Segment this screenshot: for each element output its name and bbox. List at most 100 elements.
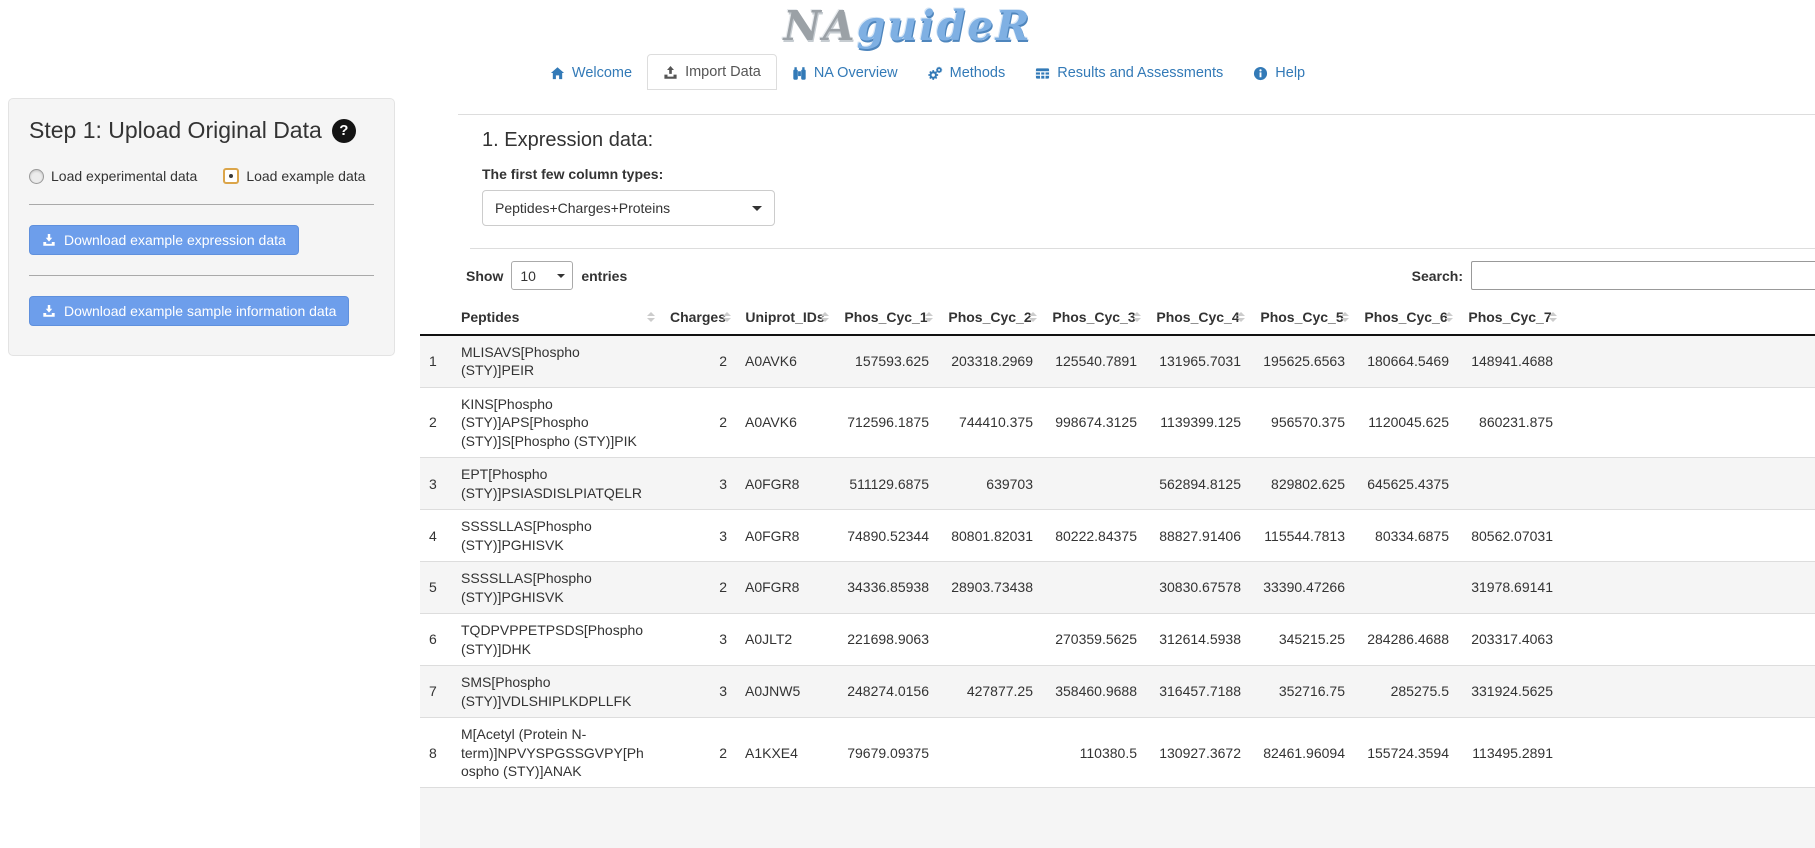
- column-header-peptides[interactable]: Peptides: [452, 300, 660, 335]
- page-length-select[interactable]: 10: [511, 261, 573, 290]
- tab-label: Import Data: [685, 64, 761, 80]
- column-header-label: Phos_Cyc_5: [1260, 309, 1343, 325]
- tab-label: Help: [1275, 65, 1305, 81]
- cell-phos-cyc-5: 115544.7813: [1250, 510, 1354, 562]
- cell-phos-cyc-1: 34336.85938: [834, 562, 938, 614]
- sort-arrows-icon: [647, 308, 656, 326]
- cell-peptide: EPT[Phospho (STY)]PSIASDISLPIATQELR: [452, 458, 660, 510]
- tab-label: Results and Assessments: [1057, 65, 1223, 81]
- app-logo: NAguideR: [0, 0, 1815, 50]
- sidebar-divider: [29, 275, 374, 276]
- tab-help[interactable]: Help: [1238, 56, 1320, 90]
- sort-arrows-icon: [723, 308, 732, 326]
- table-row: 6TQDPVPPETPSDS[Phospho (STY)]DHK3A0JLT22…: [420, 614, 1815, 666]
- show-label: Show: [466, 268, 503, 284]
- cell-phos-cyc-1: 79679.09375: [834, 718, 938, 788]
- tab-label: NA Overview: [814, 65, 898, 81]
- tab-import-data[interactable]: Import Data: [647, 54, 777, 90]
- cell-phos-cyc-3: 270359.5625: [1042, 614, 1146, 666]
- tab-welcome[interactable]: Welcome: [535, 56, 647, 90]
- tab-label: Welcome: [572, 65, 632, 81]
- naguider-app: NAguideR Welcome Import Data NA Overview Me…: [0, 0, 1815, 826]
- column-header-spacer: [1562, 300, 1815, 335]
- column-header-phos-cyc-6[interactable]: Phos_Cyc_6: [1354, 300, 1458, 335]
- column-header-label: Peptides: [461, 309, 519, 325]
- cell-phos-cyc-2: 427877.25: [938, 666, 1042, 718]
- table-header-row: PeptidesChargesUniprot_IDsPhos_Cyc_1Phos…: [420, 300, 1815, 335]
- radio-load-experimental-data[interactable]: Load experimental data: [29, 168, 197, 184]
- cell-phos-cyc-6: 80334.6875: [1354, 510, 1458, 562]
- gears-icon: [928, 66, 943, 81]
- download-example-expression-button[interactable]: Download example expression data: [29, 225, 299, 255]
- column-header-phos-cyc-1[interactable]: Phos_Cyc_1: [834, 300, 938, 335]
- cell-phos-cyc-6: 1120045.625: [1354, 387, 1458, 457]
- cell-phos-cyc-6: 180664.5469: [1354, 335, 1458, 387]
- radio-checked-icon[interactable]: [223, 168, 239, 184]
- chevron-down-icon: [752, 206, 762, 216]
- cell-spacer: [1562, 458, 1815, 510]
- cell-phos-cyc-3: 998674.3125: [1042, 387, 1146, 457]
- cell-charge: 3: [660, 510, 736, 562]
- sort-arrows-icon: [925, 308, 934, 326]
- cell-uniprot-id: A0AVK6: [736, 387, 834, 457]
- cell-phos-cyc-4: 30830.67578: [1146, 562, 1250, 614]
- cell-phos-cyc-3: 80222.84375: [1042, 510, 1146, 562]
- binoculars-icon: [792, 66, 807, 81]
- radio-unchecked-icon[interactable]: [29, 169, 44, 184]
- cell-peptide: M[Acetyl (Protein N-term)]NPVYSPGSSGVPY[…: [452, 718, 660, 788]
- cell-row-number: 8: [420, 718, 452, 788]
- tab-label: Methods: [950, 65, 1006, 81]
- tab-methods[interactable]: Methods: [913, 56, 1021, 90]
- download-example-sample-info-button[interactable]: Download example sample information data: [29, 296, 349, 326]
- cell-charge: 2: [660, 562, 736, 614]
- tab-na-overview[interactable]: NA Overview: [777, 56, 913, 90]
- column-header-label: Phos_Cyc_7: [1468, 309, 1551, 325]
- button-label: Download example expression data: [64, 232, 286, 248]
- cell-phos-cyc-5: 829802.625: [1250, 458, 1354, 510]
- cell-phos-cyc-2: 744410.375: [938, 387, 1042, 457]
- table-row: 8M[Acetyl (Protein N-term)]NPVYSPGSSGVPY…: [420, 718, 1815, 788]
- help-question-icon[interactable]: ?: [332, 119, 356, 143]
- radio-load-example-data[interactable]: Load example data: [223, 168, 365, 184]
- cell-spacer: [1562, 510, 1815, 562]
- column-header-uniprot-ids[interactable]: Uniprot_IDs: [736, 300, 834, 335]
- upload-icon: [663, 65, 678, 80]
- cell-phos-cyc-3: [1042, 562, 1146, 614]
- cell-charge: 3: [660, 666, 736, 718]
- cell-phos-cyc-5: 195625.6563: [1250, 335, 1354, 387]
- import-data-main-panel: 1. Expression data: The first few column…: [420, 98, 1815, 848]
- download-icon: [42, 304, 56, 318]
- column-header-phos-cyc-2[interactable]: Phos_Cyc_2: [938, 300, 1042, 335]
- column-header-phos-cyc-7[interactable]: Phos_Cyc_7: [1458, 300, 1562, 335]
- cell-phos-cyc-5: 82461.96094: [1250, 718, 1354, 788]
- cell-row-number: 6: [420, 614, 452, 666]
- step1-title-text: Step 1: Upload Original Data: [29, 117, 322, 144]
- upload-sidebar-panel: Step 1: Upload Original Data ? Load expe…: [8, 98, 395, 356]
- sort-arrows-icon: [1133, 308, 1142, 326]
- show-entries-control: Show 10 entries: [466, 261, 627, 290]
- cell-peptide: SSSSLLAS[Phospho (STY)]PGHISVK: [452, 562, 660, 614]
- column-header-label: Charges: [670, 309, 726, 325]
- column-header-charges[interactable]: Charges: [660, 300, 736, 335]
- cell-peptide: KINS[Phospho (STY)]APS[Phospho (STY)]S[P…: [452, 387, 660, 457]
- column-header-phos-cyc-3[interactable]: Phos_Cyc_3: [1042, 300, 1146, 335]
- cell-peptide: TQDPVPPETPSDS[Phospho (STY)]DHK: [452, 614, 660, 666]
- expression-data-heading: 1. Expression data:: [482, 129, 1815, 152]
- column-header-phos-cyc-5[interactable]: Phos_Cyc_5: [1250, 300, 1354, 335]
- search-input[interactable]: [1471, 261, 1815, 290]
- table-row: 1MLISAVS[Phospho (STY)]PEIR2A0AVK6157593…: [420, 335, 1815, 387]
- button-label: Download example sample information data: [64, 303, 336, 319]
- column-types-dropdown[interactable]: Peptides+Charges+Proteins: [482, 190, 775, 226]
- cell-phos-cyc-5: 33390.47266: [1250, 562, 1354, 614]
- cell-phos-cyc-6: 284286.4688: [1354, 614, 1458, 666]
- cell-charge: 3: [660, 458, 736, 510]
- table-row: 5SSSSLLAS[Phospho (STY)]PGHISVK2A0FGR834…: [420, 562, 1815, 614]
- column-header-phos-cyc-4[interactable]: Phos_Cyc_4: [1146, 300, 1250, 335]
- chevron-down-icon: [557, 274, 565, 282]
- info-icon: [1253, 66, 1268, 81]
- tab-results-and-assessments[interactable]: Results and Assessments: [1020, 56, 1238, 90]
- cell-phos-cyc-7: [1458, 458, 1562, 510]
- cell-phos-cyc-1: 248274.0156: [834, 666, 938, 718]
- main-divider: [470, 248, 1815, 249]
- cell-phos-cyc-4: 312614.5938: [1146, 614, 1250, 666]
